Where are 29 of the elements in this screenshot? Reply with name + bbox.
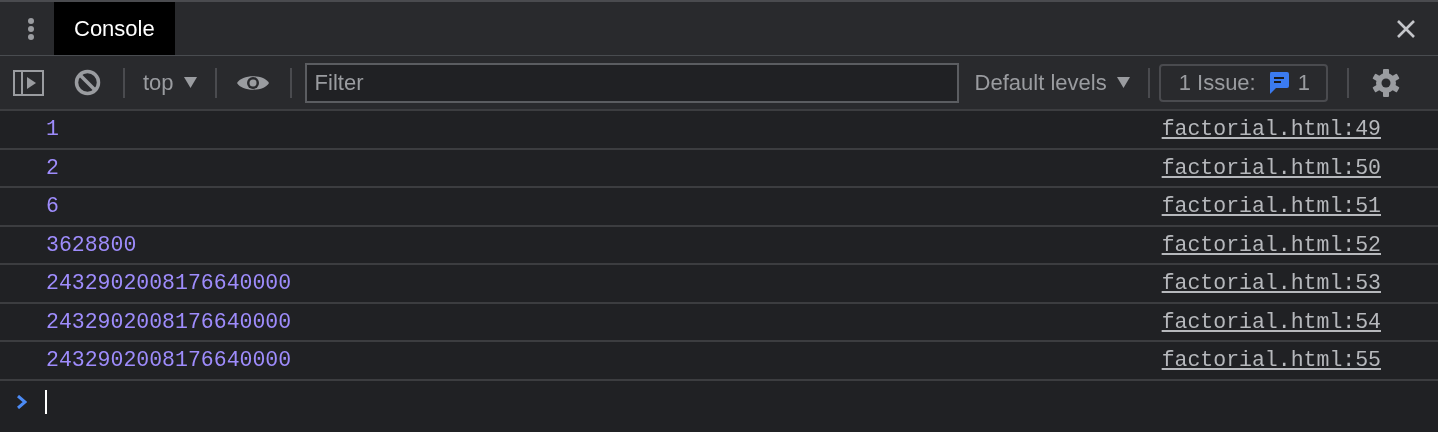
settings-icon[interactable] <box>1370 67 1401 98</box>
source-link[interactable]: factorial.html:49 <box>1161 117 1381 142</box>
console-tab[interactable]: Console <box>54 2 175 55</box>
dropdown-arrow-icon <box>183 77 197 88</box>
more-options-icon[interactable] <box>27 16 35 41</box>
log-value: 6 <box>46 194 59 219</box>
levels-dropdown[interactable]: Default levels <box>958 69 1148 96</box>
close-icon[interactable] <box>1396 18 1416 39</box>
prompt-chevron-icon <box>17 394 27 409</box>
source-link[interactable]: factorial.html:52 <box>1161 232 1381 257</box>
context-dropdown[interactable]: top <box>125 69 215 96</box>
clear-console-icon[interactable] <box>74 69 101 96</box>
source-link[interactable]: factorial.html:51 <box>1161 194 1381 219</box>
log-value: 2 <box>46 155 59 180</box>
source-link[interactable]: factorial.html:53 <box>1161 271 1381 296</box>
source-link[interactable]: factorial.html:54 <box>1161 309 1381 334</box>
log-value: 3628800 <box>46 232 137 257</box>
log-value: 2432902008176640000 <box>46 348 292 373</box>
filter-field[interactable]: Filter <box>304 62 959 103</box>
text-cursor <box>45 389 47 414</box>
source-link[interactable]: factorial.html:50 <box>1161 155 1381 180</box>
dropdown-arrow-icon <box>1116 77 1130 88</box>
issues-button[interactable]: 1 Issue: 1 <box>1158 63 1328 102</box>
log-value: 2432902008176640000 <box>46 271 292 296</box>
message-icon <box>1267 70 1290 95</box>
sidebar-toggle-icon[interactable] <box>13 69 44 96</box>
source-link[interactable]: factorial.html:55 <box>1161 348 1381 373</box>
log-value: 1 <box>46 117 59 142</box>
log-value: 2432902008176640000 <box>46 309 292 334</box>
